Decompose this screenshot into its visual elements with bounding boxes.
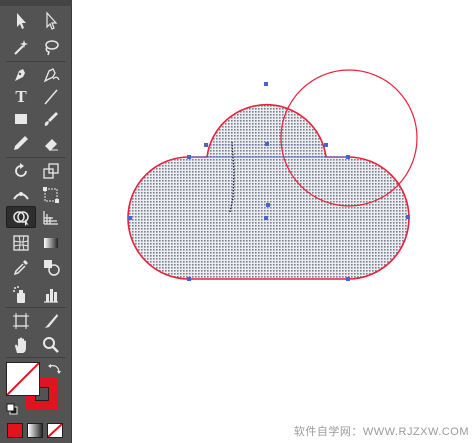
pen-tool[interactable] [6,64,36,86]
direct-selection-arrow-icon [46,11,58,30]
hand-tool[interactable] [6,334,36,356]
artboard-tool[interactable] [6,310,36,332]
free-transform-icon [43,187,59,203]
selection-arrow-icon [17,13,26,29]
width-tool[interactable] [6,184,36,206]
shape-builder-icon [13,211,29,226]
magic-wand-icon [14,40,28,55]
line-segment-icon [44,89,58,105]
free-transform-tool[interactable] [36,184,66,206]
symbol-sprayer-icon [13,286,25,303]
toolbar-divider [6,61,66,62]
blend-icon [44,260,60,276]
toolbar-divider [6,157,66,158]
eraser-icon [45,139,58,151]
type-icon: T [15,87,27,106]
canvas-artwork [127,69,418,281]
eraser-tool[interactable] [36,132,66,154]
default-fill-stroke-icon[interactable] [6,402,18,415]
pen-icon [15,69,25,81]
shape-builder-tool[interactable] [6,206,36,228]
paintbrush-icon [44,112,58,126]
scale-tool[interactable] [36,160,66,182]
slice-tool[interactable] [36,310,66,332]
rectangle-icon [15,114,27,124]
magic-wand-tool[interactable] [6,36,36,58]
none-slash-icon [48,424,62,437]
hand-icon [15,337,26,353]
rotate-tool[interactable] [6,160,36,182]
zoom-icon [43,337,59,353]
lasso-icon [45,40,59,56]
blend-tool[interactable] [36,256,66,278]
eyedropper-icon [13,260,28,276]
zoom-tool[interactable] [36,334,66,356]
mesh-icon [13,235,29,251]
scale-icon [43,163,59,179]
fill-swatch[interactable] [6,362,40,396]
pencil-tool[interactable] [6,132,36,154]
curvature-icon [43,68,60,83]
selection-tool[interactable] [6,10,36,32]
pencil-icon [14,136,28,150]
artboard-icon [13,313,29,329]
gradient-mode-button[interactable] [27,423,43,438]
curvature-tool[interactable] [36,64,66,86]
symbol-sprayer-tool[interactable] [6,284,36,306]
tools-panel: T [0,0,72,443]
toolbar-divider [6,307,66,308]
gradient-tool[interactable] [36,232,66,254]
mesh-tool[interactable] [6,232,36,254]
direct-selection-tool[interactable] [36,10,66,32]
cloud-shape[interactable] [127,104,410,280]
gradient-icon [44,238,58,248]
column-graph-icon [44,289,58,303]
type-tool[interactable]: T [6,86,36,108]
column-graph-tool[interactable] [36,284,66,306]
artboard-canvas[interactable]: 软件自学网：WWW.RJZXW.COM [72,0,475,443]
color-mode-button[interactable] [7,423,23,438]
toolbar-divider [6,357,66,358]
rectangle-tool[interactable] [6,108,36,130]
line-segment-tool[interactable] [36,86,66,108]
width-icon [13,192,29,200]
rotate-icon [15,163,27,177]
eyedropper-tool[interactable] [6,256,36,278]
none-mode-button[interactable] [47,423,63,438]
slice-icon [45,314,58,328]
perspective-grid-tool[interactable] [36,206,66,228]
no-fill-slash-icon [6,362,40,396]
swap-fill-stroke-icon[interactable] [48,362,62,374]
watermark-text: 软件自学网：WWW.RJZXW.COM [293,426,469,438]
paintbrush-tool[interactable] [36,108,66,130]
perspective-grid-icon [43,211,58,225]
panel-grip[interactable] [0,0,72,6]
lasso-tool[interactable] [36,36,66,58]
